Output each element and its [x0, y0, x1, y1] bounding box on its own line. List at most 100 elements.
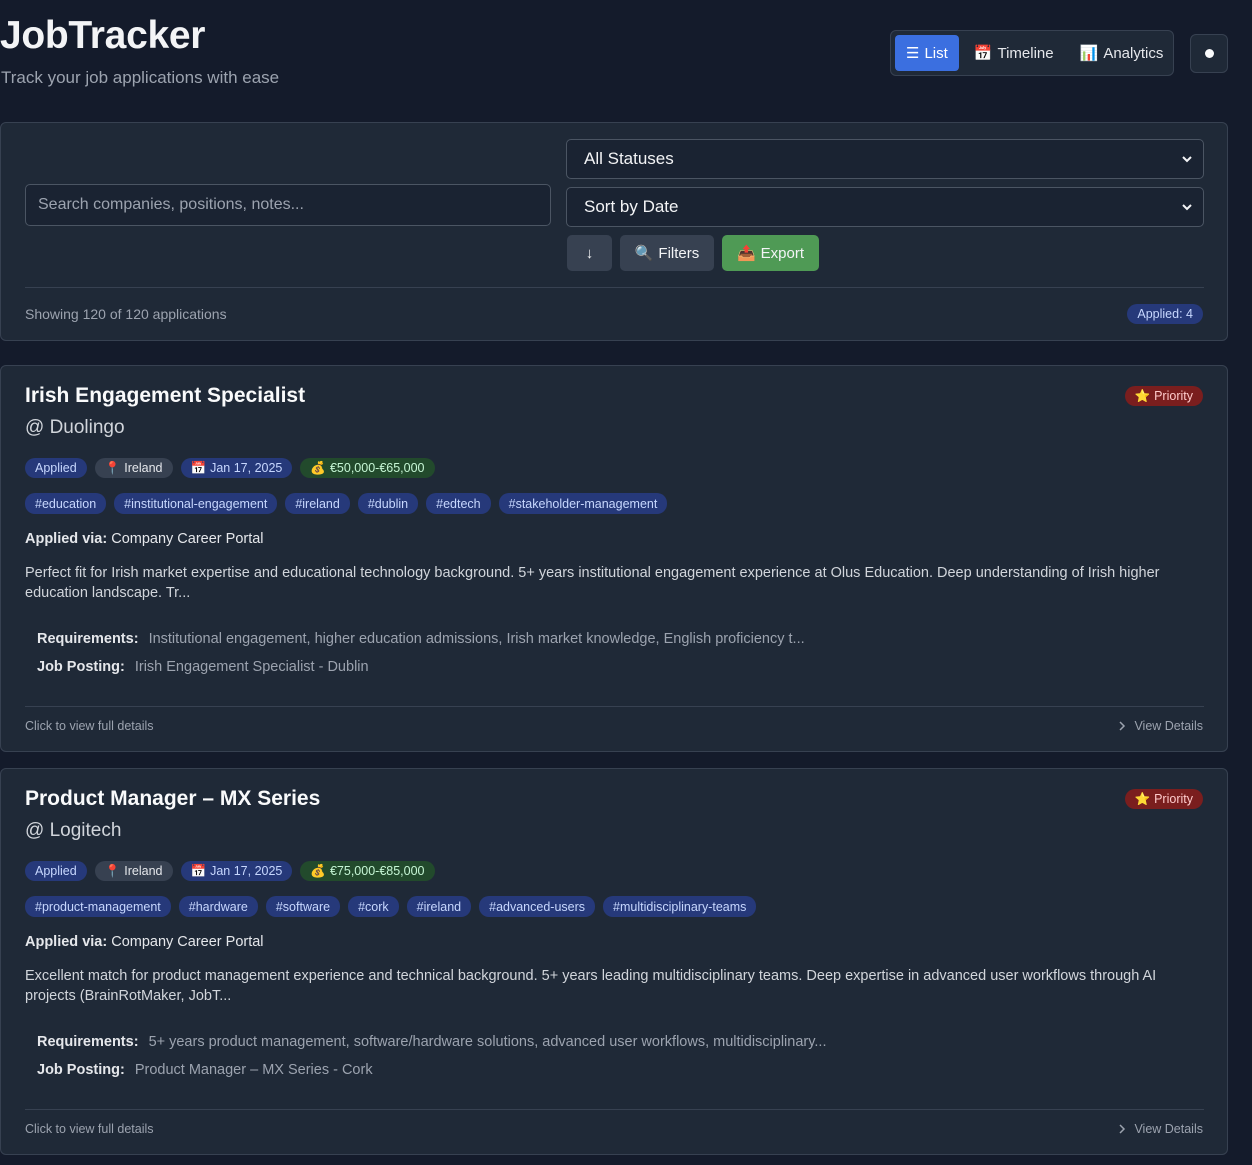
- requirements-value: Institutional engagement, higher educati…: [148, 631, 805, 647]
- list-icon: ☰: [906, 45, 920, 62]
- location-label: Ireland: [124, 864, 163, 878]
- divider: [25, 1109, 1204, 1110]
- bar-chart-icon: 📊: [1079, 45, 1099, 62]
- location-badge: 📍 Ireland: [94, 458, 173, 478]
- tag: #advanced-users: [479, 896, 596, 917]
- job-description: Perfect fit for Irish market expertise a…: [25, 565, 1160, 601]
- date-label: Jan 17, 2025: [210, 461, 283, 475]
- applied-count-badge: Applied: 4: [1127, 304, 1203, 324]
- tags-row: #product-management #hardware #software …: [25, 896, 757, 917]
- job-posting-row: Job Posting: Irish Engagement Specialist…: [37, 659, 369, 675]
- salary-badge: 💰 €50,000-€65,000: [300, 458, 435, 478]
- salary-label: €50,000-€65,000: [329, 461, 425, 475]
- tag: #ireland: [285, 493, 350, 514]
- filters-button[interactable]: 🔍 Filters: [620, 235, 714, 271]
- job-posting-row: Job Posting: Product Manager – MX Series…: [37, 1062, 373, 1078]
- arrow-down-icon: ↓: [585, 244, 594, 262]
- filter-panel: All Statuses Sort by Date ↓ 🔍 Filters 📤 …: [0, 122, 1228, 341]
- job-title: Irish Engagement Specialist: [25, 384, 306, 407]
- salary-label: €75,000-€85,000: [329, 864, 425, 878]
- status-select[interactable]: All Statuses: [566, 139, 1204, 179]
- meta-row: Applied 📍 Ireland 📅 Jan 17, 2025 💰 €75,0…: [25, 861, 435, 881]
- app-title: JobTracker: [0, 14, 206, 57]
- status-badge: Applied: [25, 861, 87, 881]
- tag: #product-management: [25, 896, 171, 917]
- tag: #multidisciplinary-teams: [603, 896, 757, 917]
- requirements-label: Requirements:: [37, 631, 139, 647]
- theme-toggle-button[interactable]: [1190, 34, 1228, 73]
- sort-select[interactable]: Sort by Date: [566, 187, 1204, 227]
- divider: [25, 706, 1204, 707]
- view-list-button[interactable]: ☰ List: [895, 35, 959, 71]
- job-card[interactable]: Product Manager – MX Series ⭐ Priority @…: [0, 768, 1228, 1155]
- tag: #institutional-engagement: [114, 493, 278, 514]
- applied-via-label: Applied via:: [25, 531, 108, 547]
- requirements-label: Requirements:: [37, 1034, 139, 1050]
- job-posting-label: Job Posting:: [37, 659, 125, 675]
- view-details-link[interactable]: View Details: [1118, 719, 1203, 733]
- job-description: Excellent match for product management e…: [25, 968, 1157, 1004]
- app-subtitle: Track your job applications with ease: [1, 68, 280, 87]
- sort-order-button[interactable]: ↓: [567, 235, 612, 271]
- view-switcher: ☰ List 📅 Timeline 📊 Analytics: [890, 30, 1174, 76]
- view-analytics-button[interactable]: 📊 Analytics: [1069, 35, 1175, 71]
- money-bag-icon: 💰: [310, 863, 326, 878]
- chevron-right-icon: [1119, 1124, 1126, 1134]
- money-bag-icon: 💰: [310, 460, 326, 475]
- tag: #stakeholder-management: [498, 493, 668, 514]
- sort-select-value: Sort by Date: [584, 197, 679, 216]
- status-select-value: All Statuses: [584, 149, 674, 168]
- filters-label: Filters: [658, 244, 700, 262]
- applied-via-value: Company Career Portal: [111, 934, 264, 950]
- view-details-link[interactable]: View Details: [1118, 1122, 1203, 1136]
- location-badge: 📍 Ireland: [94, 861, 173, 881]
- pin-icon: 📍: [104, 863, 121, 878]
- job-title: Product Manager – MX Series: [25, 787, 321, 810]
- tag: #hardware: [178, 896, 258, 917]
- requirements-row: Requirements: 5+ years product managemen…: [37, 1034, 827, 1050]
- tag: #edtech: [426, 493, 491, 514]
- status-badge: Applied: [25, 458, 87, 478]
- export-button[interactable]: 📤 Export: [722, 235, 819, 271]
- job-card[interactable]: Irish Engagement Specialist ⭐ Priority @…: [0, 365, 1228, 752]
- results-count: Showing 120 of 120 applications: [25, 306, 227, 322]
- view-timeline-button[interactable]: 📅 Timeline: [963, 35, 1065, 71]
- page: JobTracker Track your job applications w…: [0, 0, 1252, 1165]
- calendar-icon: 📅: [190, 460, 207, 475]
- meta-row: Applied 📍 Ireland 📅 Jan 17, 2025 💰 €50,0…: [25, 458, 435, 478]
- calendar-icon: 📅: [190, 863, 207, 878]
- star-icon: ⭐: [1134, 388, 1151, 403]
- chevron-down-icon: [1182, 204, 1192, 211]
- star-icon: ⭐: [1134, 791, 1151, 806]
- pin-icon: 📍: [104, 460, 121, 475]
- priority-label: Priority: [1154, 389, 1193, 403]
- applied-via-label: Applied via:: [25, 934, 108, 950]
- view-details-label: View Details: [1134, 1122, 1203, 1136]
- view-timeline-label: Timeline: [997, 44, 1054, 62]
- company-name: @ Logitech: [25, 820, 122, 841]
- requirements-value: 5+ years product management, software/ha…: [148, 1034, 827, 1050]
- chevron-down-icon: [1182, 156, 1192, 163]
- outbox-icon: 📤: [736, 245, 756, 262]
- location-label: Ireland: [124, 461, 163, 475]
- calendar-icon: 📅: [973, 45, 993, 62]
- tag: #dublin: [357, 493, 419, 514]
- tag: #software: [265, 896, 341, 917]
- applied-via: Applied via: Company Career Portal: [25, 934, 264, 950]
- job-posting-value: Irish Engagement Specialist - Dublin: [134, 659, 369, 675]
- job-posting-value: Product Manager – MX Series - Cork: [134, 1062, 373, 1078]
- export-label: Export: [760, 244, 805, 262]
- divider: [25, 287, 1204, 288]
- requirements-row: Requirements: Institutional engagement, …: [37, 631, 805, 647]
- priority-badge: ⭐ Priority: [1124, 386, 1203, 406]
- search-input[interactable]: [25, 184, 551, 226]
- priority-label: Priority: [1154, 792, 1193, 806]
- card-hint: Click to view full details: [25, 719, 154, 733]
- tag: #education: [25, 493, 107, 514]
- view-analytics-label: Analytics: [1103, 44, 1164, 62]
- date-label: Jan 17, 2025: [210, 864, 283, 878]
- salary-badge: 💰 €75,000-€85,000: [300, 861, 435, 881]
- chevron-right-icon: [1119, 721, 1126, 731]
- priority-badge: ⭐ Priority: [1124, 789, 1203, 809]
- company-name: @ Duolingo: [25, 417, 125, 438]
